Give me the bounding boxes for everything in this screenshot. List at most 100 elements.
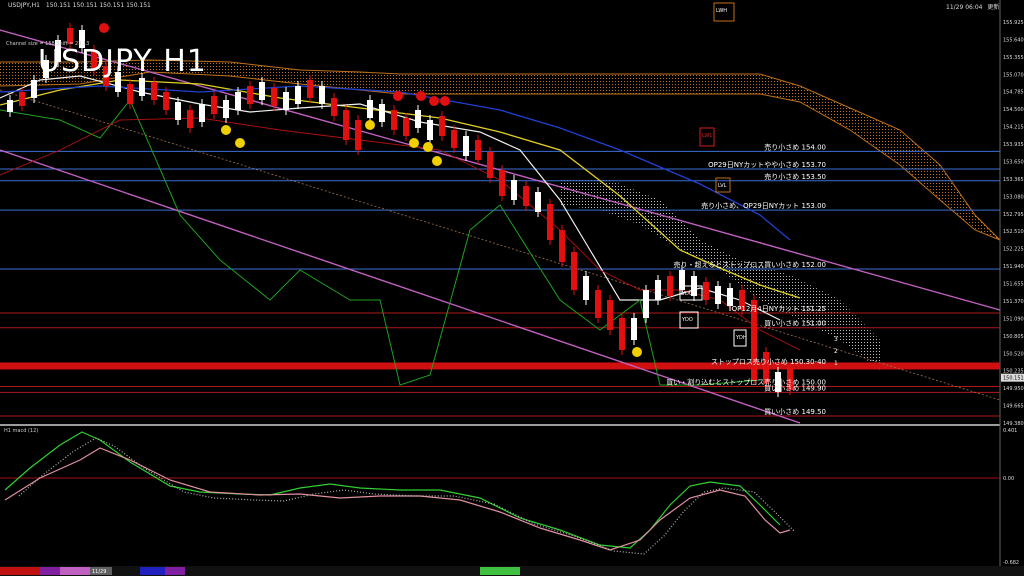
price-tick-label: 153.935 bbox=[1003, 142, 1024, 148]
channel-note: Channel size = 158 Shift = 23.13 bbox=[6, 41, 90, 47]
candle-body bbox=[715, 286, 721, 304]
candle-body bbox=[235, 92, 241, 110]
price-tick-label: 153.080 bbox=[1003, 194, 1024, 200]
fractal-down-marker bbox=[409, 138, 419, 148]
price-tick-label: 152.225 bbox=[1003, 247, 1024, 253]
candle-body bbox=[487, 152, 493, 178]
candle-body bbox=[451, 130, 457, 148]
candle-body bbox=[631, 318, 637, 340]
datetime-readout: 11/29 06:04 bbox=[946, 4, 983, 11]
candle-body bbox=[595, 290, 601, 318]
level-label: 売り小さめ 153.50 bbox=[764, 172, 826, 181]
symbol-header: USDJPY,H1 150.151 150.151 150.151 150.15… bbox=[8, 2, 151, 9]
macd-max-label: 0.401 bbox=[1003, 428, 1017, 434]
stoploss-band bbox=[0, 362, 1000, 370]
level-label: 買い小さめ 149.50 bbox=[764, 407, 826, 416]
candle-body bbox=[307, 80, 313, 98]
time-bar-segment bbox=[60, 567, 90, 575]
price-box-label: YDH bbox=[735, 335, 747, 341]
fractal-down-marker bbox=[221, 125, 231, 135]
candle-body bbox=[727, 288, 733, 306]
price-tick-label: 149.380 bbox=[1003, 421, 1024, 427]
fractal-up-marker bbox=[429, 96, 439, 106]
level-label: 売り小さめ、OP29日NYカット 153.00 bbox=[701, 201, 826, 210]
candle-body bbox=[211, 96, 217, 114]
candle-body bbox=[259, 82, 265, 100]
price-tick-label: 150.805 bbox=[1003, 334, 1024, 340]
fractal-up-marker bbox=[393, 91, 403, 101]
price-tick-label: 151.940 bbox=[1003, 264, 1024, 270]
candle-body bbox=[499, 170, 505, 196]
candle-body bbox=[535, 192, 541, 212]
clock-header: 11/29 06:04 更新 bbox=[946, 2, 999, 11]
symbol-name: USDJPY,H1 bbox=[8, 2, 40, 9]
level-label: ストップロス売り小さめ 150.30-40 bbox=[711, 357, 826, 366]
candle-body bbox=[19, 92, 25, 106]
price-box-label: YDC bbox=[681, 291, 693, 297]
time-bar-segment bbox=[0, 567, 40, 575]
candle-body bbox=[139, 78, 145, 96]
time-bar-segment bbox=[165, 567, 185, 575]
candle-body bbox=[415, 110, 421, 128]
fractal-down-marker bbox=[423, 142, 433, 152]
price-tick-label: 151.370 bbox=[1003, 299, 1024, 305]
chart-canvas[interactable]: LWH LW1 LVL YDC YDO YDH 3 2 1 売り小さめ 154.00 OP29日N… bbox=[0, 0, 1024, 576]
candle-body bbox=[547, 204, 553, 240]
candle-body bbox=[187, 110, 193, 128]
candle-body bbox=[319, 86, 325, 104]
level-label: 売り小さめ 154.00 bbox=[764, 142, 826, 151]
fractal-up-marker bbox=[416, 91, 426, 101]
price-tick-label: 154.215 bbox=[1003, 125, 1024, 131]
price-tick-label: 155.640 bbox=[1003, 37, 1024, 43]
candle-body bbox=[703, 282, 709, 300]
time-bar bbox=[0, 566, 1024, 576]
candle-body bbox=[163, 92, 169, 110]
level-label: 買い小さめ 149.90 bbox=[764, 383, 826, 392]
current-price-label: 150.151 bbox=[1003, 376, 1024, 382]
candle-body bbox=[463, 136, 469, 156]
candle-body bbox=[583, 276, 589, 300]
candle-body bbox=[643, 290, 649, 318]
price-tick-label: 152.795 bbox=[1003, 212, 1024, 218]
candle-body bbox=[247, 86, 253, 104]
candle-body bbox=[607, 300, 613, 330]
candle-body bbox=[523, 186, 529, 206]
fractal-up-marker bbox=[440, 96, 450, 106]
candle-body bbox=[127, 84, 133, 104]
candle-body bbox=[379, 104, 385, 122]
price-tick-label: 152.510 bbox=[1003, 229, 1024, 235]
candle-body bbox=[223, 100, 229, 118]
update-status: 更新 bbox=[987, 4, 1000, 11]
level-number-label: 2 bbox=[834, 348, 838, 355]
candle-body bbox=[391, 110, 397, 130]
candle-body bbox=[283, 92, 289, 110]
price-box-label: LWH bbox=[716, 8, 727, 14]
candle-body bbox=[151, 82, 157, 100]
price-box-label: LVL bbox=[718, 183, 727, 189]
candle-body bbox=[667, 276, 673, 296]
price-tick-label: 150.520 bbox=[1003, 351, 1024, 357]
price-tick-label: 155.070 bbox=[1003, 72, 1024, 78]
time-bar-segment bbox=[480, 567, 520, 575]
candle-body bbox=[571, 252, 577, 290]
fractal-down-marker bbox=[432, 156, 442, 166]
chart-title: USDJPY H1 bbox=[38, 44, 207, 79]
candle-body bbox=[403, 118, 409, 136]
price-tick-label: 151.090 bbox=[1003, 316, 1024, 322]
level-number-label: 3 bbox=[834, 336, 838, 343]
price-tick-label: 154.500 bbox=[1003, 107, 1024, 113]
candle-body bbox=[655, 280, 661, 300]
level-number-label: 1 bbox=[834, 360, 838, 367]
level-label: 買い小さめ 151.00 bbox=[764, 319, 826, 328]
level-label: OP29日NYカットやや小さめ 153.70 bbox=[708, 160, 826, 169]
price-tick-label: 149.665 bbox=[1003, 404, 1024, 410]
price-tick-label: 153.650 bbox=[1003, 159, 1024, 165]
price-box-label: LW1 bbox=[702, 133, 712, 139]
candle-body bbox=[295, 86, 301, 104]
candle-body bbox=[559, 230, 565, 262]
candle-body bbox=[367, 100, 373, 118]
price-tick-label: 151.655 bbox=[1003, 282, 1024, 288]
price-tick-label: 154.785 bbox=[1003, 90, 1024, 96]
candle-body bbox=[199, 104, 205, 122]
candle-body bbox=[511, 180, 517, 200]
